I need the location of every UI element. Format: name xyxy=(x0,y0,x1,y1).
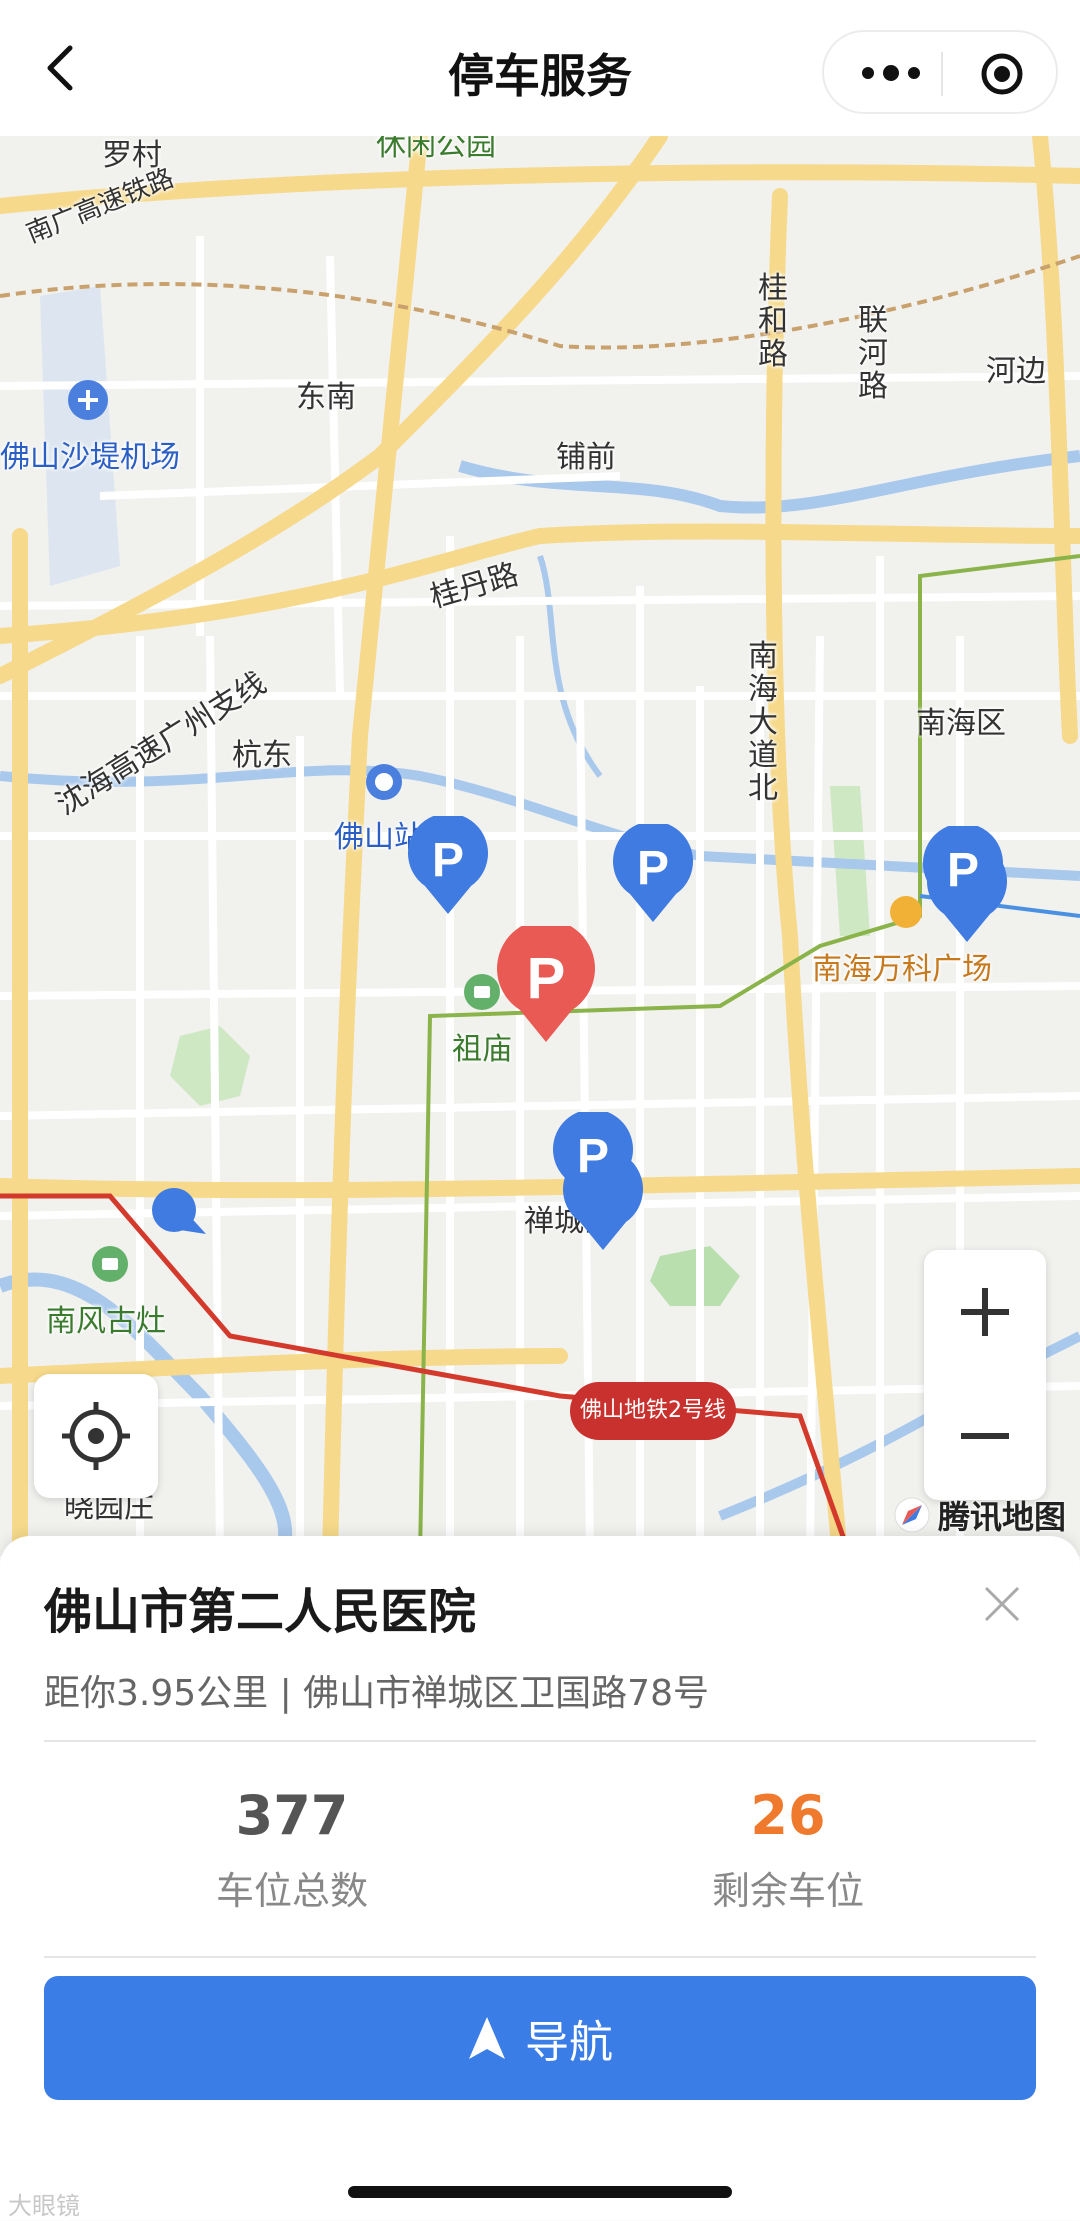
map-brand-label: 腾讯地图 xyxy=(937,1498,1066,1536)
mini-program-capsule xyxy=(822,30,1058,114)
map-label-park: 休闲公园 xyxy=(376,136,496,163)
total-spaces-value: 377 xyxy=(235,1784,349,1847)
close-icon[interactable] xyxy=(980,1582,1024,1626)
capsule-divider xyxy=(941,52,943,96)
map-brand: 腾讯地图 xyxy=(894,1490,1066,1540)
map-label-lianhe-road: 联河路 xyxy=(858,303,888,404)
compass-icon xyxy=(894,1497,930,1533)
navigate-label: 导航 xyxy=(525,2017,613,2068)
map-label-puqian: 铺前 xyxy=(556,440,616,475)
home-indicator[interactable] xyxy=(348,2186,732,2198)
watermark: 大眼镜 xyxy=(8,2192,80,2220)
map-base xyxy=(0,136,1080,1556)
svg-text:P: P xyxy=(947,844,979,897)
map-label-hangdong: 杭东 xyxy=(232,738,292,773)
selected-parking-pin[interactable]: P xyxy=(494,926,598,1044)
remaining-spaces-stat: 26 剩余车位 xyxy=(638,1784,938,1915)
parking-pin[interactable]: P xyxy=(405,816,491,916)
place-address: 距你3.95公里 | 佛山市禅城区卫国路78号 xyxy=(44,1673,709,1714)
map-label-hebian: 河边 xyxy=(986,354,1046,389)
map-view[interactable]: 罗村 休闲公园 南广高速铁路 东南 桂和路 联河路 河边 佛山沙堤机场 铺前 桂… xyxy=(0,136,1080,1556)
top-nav-bar: 停车服务 xyxy=(0,0,1080,136)
svg-text:P: P xyxy=(637,842,669,895)
place-name: 佛山市第二人民医院 xyxy=(44,1584,477,1640)
divider xyxy=(44,1740,1036,1742)
svg-text:P: P xyxy=(432,834,464,887)
map-label-nanhai-district: 南海区 xyxy=(916,706,1006,741)
remaining-spaces-label: 剩余车位 xyxy=(711,1869,864,1913)
parking-pin[interactable]: P xyxy=(610,824,696,924)
navigation-arrow-icon xyxy=(469,2017,505,2059)
total-spaces-stat: 377 车位总数 xyxy=(142,1784,442,1915)
map-label-wanke: 南海万科广场 xyxy=(812,952,992,987)
plus-icon[interactable] xyxy=(924,1250,1046,1374)
svg-text:P: P xyxy=(527,946,566,1011)
total-spaces-label: 车位总数 xyxy=(215,1869,368,1913)
navigate-button[interactable]: 导航 xyxy=(44,1976,1036,2100)
locate-button[interactable] xyxy=(34,1374,158,1498)
map-label-nanhai-avenue: 南海大道北 xyxy=(748,639,778,806)
svg-text:P: P xyxy=(577,1130,609,1183)
metro-line-label: 佛山地铁2号线 xyxy=(570,1382,736,1440)
map-label-airport: 佛山沙堤机场 xyxy=(0,440,180,475)
zoom-control xyxy=(924,1250,1046,1500)
more-icon[interactable] xyxy=(856,58,926,88)
parking-info-sheet: 佛山市第二人民医院 距你3.95公里 | 佛山市禅城区卫国路78号 377 车位… xyxy=(0,1536,1080,2220)
map-label-nanfeng: 南风古灶 xyxy=(46,1304,166,1339)
crosshair-icon xyxy=(62,1402,130,1470)
map-label-guihe-road: 桂和路 xyxy=(758,271,788,372)
parking-pin[interactable]: P xyxy=(920,826,1006,926)
parking-pin[interactable]: P xyxy=(550,1112,636,1212)
minus-icon[interactable] xyxy=(924,1374,1046,1498)
remaining-spaces-value: 26 xyxy=(750,1784,826,1847)
map-label-dongnan: 东南 xyxy=(296,380,356,415)
divider xyxy=(44,1956,1036,1958)
close-program-icon[interactable] xyxy=(980,52,1024,96)
